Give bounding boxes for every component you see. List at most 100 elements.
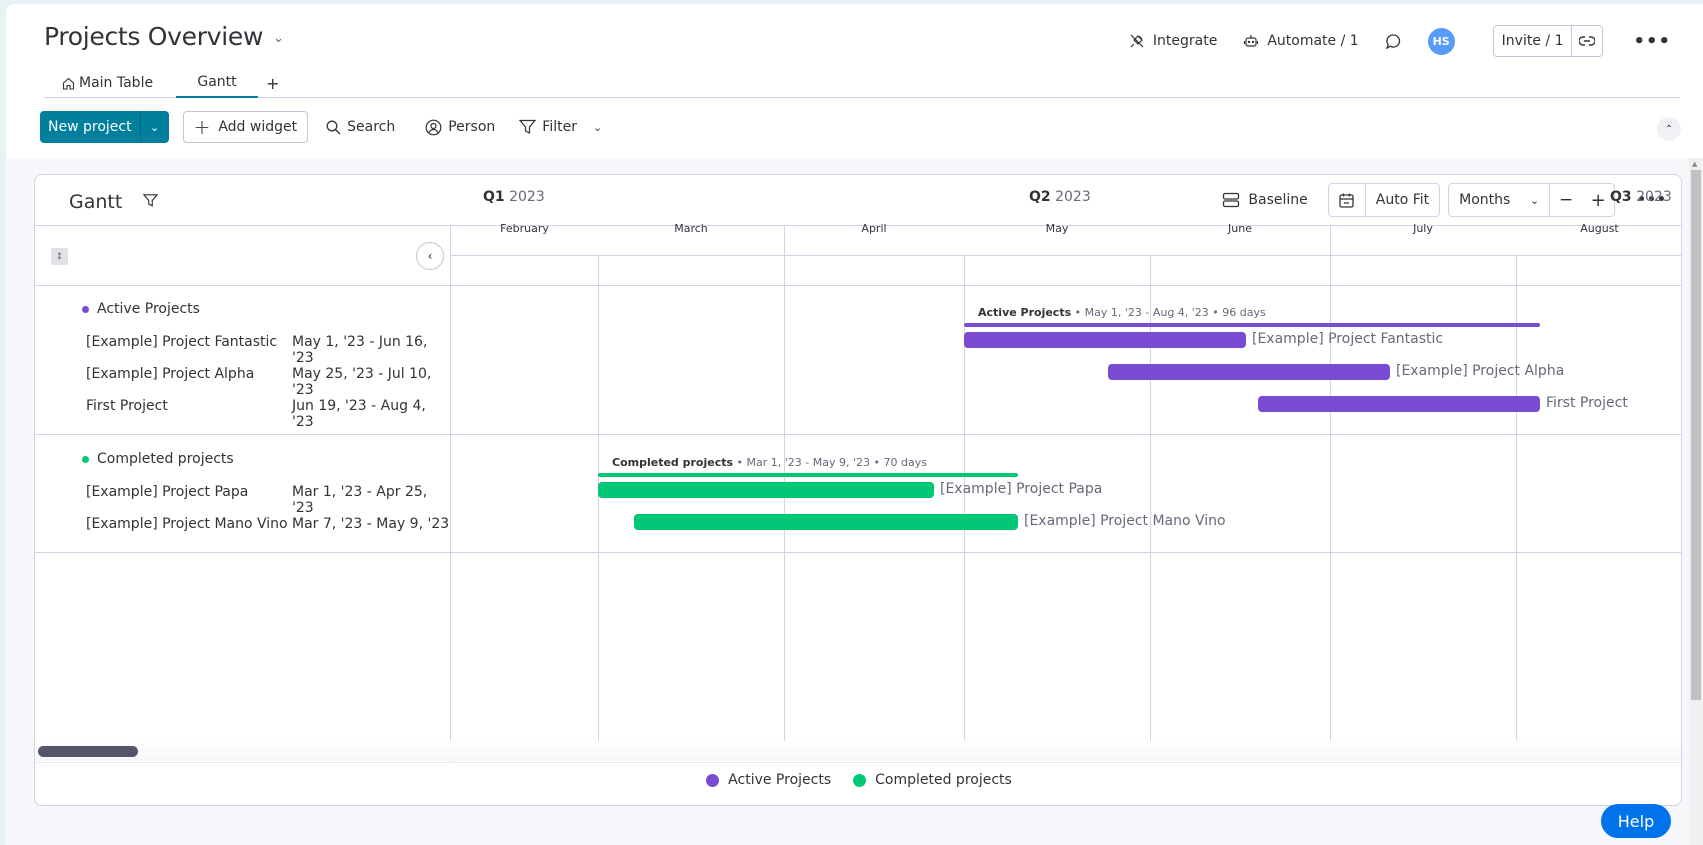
quarter-name: Q2 [1029, 189, 1051, 205]
month-label: February [500, 222, 549, 235]
month-gridline [1330, 255, 1331, 741]
search-label: Search [347, 119, 396, 135]
integrate-button[interactable]: Integrate [1129, 33, 1217, 49]
collapse-list-button[interactable]: ‹ [416, 242, 444, 270]
tab-main-table[interactable]: Main Table [62, 68, 153, 98]
horizontal-scrollbar[interactable] [35, 741, 1681, 761]
collapse-all-groups-icon[interactable]: ↕ [51, 248, 68, 265]
group-label[interactable]: Completed projects [82, 451, 234, 467]
group-summary-bar[interactable] [964, 323, 1540, 327]
avatar[interactable]: HS [1427, 27, 1455, 55]
gantt-bar-label: [Example] Project Fantastic [1252, 331, 1444, 347]
gantt-bar[interactable] [1108, 364, 1390, 380]
group-summary-range: • May 1, '23 - Aug 4, '23 • 96 days [1071, 306, 1266, 319]
month-gridline [598, 255, 599, 741]
gantt-bar[interactable] [964, 332, 1246, 348]
item-name[interactable]: [Example] Project Alpha [86, 366, 254, 382]
gantt-bar[interactable] [598, 482, 934, 498]
header-actions: Integrate Automate / 1 HS Invite / 1 ••• [1129, 25, 1703, 57]
gantt-bar-label: [Example] Project Alpha [1396, 363, 1565, 379]
group-summary-bar[interactable] [598, 473, 1018, 477]
chart-legend: Active Projects Completed projects [35, 772, 1681, 788]
automate-button[interactable]: Automate / 1 [1243, 33, 1359, 49]
group-summary-label: Completed projects • Mar 1, '23 - May 9,… [612, 456, 927, 469]
item-name[interactable]: [Example] Project Papa [86, 484, 248, 500]
gantt-bar-label: [Example] Project Mano Vino [1024, 513, 1226, 529]
legend-item[interactable]: Active Projects [706, 772, 831, 788]
item-dates: Mar 7, '23 - May 9, '23 [292, 516, 450, 532]
board-title-text: Projects Overview [44, 22, 264, 51]
vertical-scrollbar[interactable]: ▲ [1689, 158, 1703, 845]
group-name: Active Projects [97, 301, 200, 317]
new-project-dropdown[interactable]: ⌄ [141, 111, 169, 143]
quarter-label: Q3 2023 [1610, 189, 1672, 205]
filter-button[interactable]: Filter ⌄ [519, 119, 602, 135]
tab-gantt[interactable]: Gantt [176, 68, 258, 98]
home-icon [62, 77, 75, 90]
plug-icon [1129, 33, 1145, 49]
person-label: Person [448, 119, 496, 135]
quarter-label: Q1 2023 [483, 189, 545, 205]
group-summary-name: Completed projects [612, 456, 734, 469]
group-summary-name: Active Projects [978, 306, 1072, 319]
item-dates: Jun 19, '23 - Aug 4, '23 [292, 398, 426, 430]
search-button[interactable]: Search [326, 119, 395, 135]
add-widget-button[interactable]: + Add widget [182, 111, 309, 143]
item-dates: Mar 1, '23 - Apr 25, '23 [292, 484, 428, 516]
month-label: May [1045, 222, 1069, 235]
horizontal-scroll-thumb[interactable] [38, 746, 138, 757]
month-label: June [1228, 222, 1252, 235]
more-options-icon[interactable]: ••• [1633, 31, 1671, 52]
collapse-header-button[interactable]: ⌃ [1657, 117, 1681, 141]
invite-button-group: Invite / 1 [1492, 25, 1604, 57]
gantt-widget: Gantt Baseline Auto Fit Months ⌄ − + •••… [34, 174, 1682, 806]
vertical-scroll-thumb[interactable] [1691, 170, 1701, 700]
board-title[interactable]: Projects Overview ⌄ [44, 22, 284, 51]
group-name: Completed projects [97, 451, 234, 467]
month-label: July [1413, 222, 1433, 235]
board-toolbar: New project ⌄ + Add widget Search Person… [40, 109, 602, 145]
search-icon [326, 120, 341, 135]
gantt-item-list: ↕ ‹ Active Projects [Example] Project Fan… [35, 225, 451, 763]
group-color-dot [82, 455, 89, 463]
legend-color-dot [853, 773, 867, 787]
month-gridline [1516, 255, 1517, 741]
chevron-left-icon: ‹ [427, 249, 433, 263]
gantt-bar[interactable] [1258, 396, 1540, 412]
group-summary-label: Active Projects • May 1, '23 - Aug 4, '2… [978, 306, 1266, 319]
quarter-year: 2023 [504, 189, 545, 205]
integrate-label: Integrate [1152, 33, 1218, 49]
person-filter-button[interactable]: Person [425, 119, 495, 136]
updates-button[interactable] [1385, 33, 1402, 50]
chevron-down-icon: ⌄ [149, 120, 160, 134]
month-label: March [674, 222, 708, 235]
chevron-up-icon: ⌃ [1664, 123, 1674, 135]
chevron-down-icon[interactable]: ⌄ [273, 31, 284, 46]
item-name[interactable]: [Example] Project Mano Vino [86, 516, 288, 532]
quarter-name: Q1 [483, 189, 505, 205]
item-name[interactable]: [Example] Project Fantastic [86, 334, 277, 350]
gantt-bar[interactable] [634, 514, 1018, 530]
legend-item[interactable]: Completed projects [853, 772, 1012, 788]
group-color-dot [82, 305, 89, 313]
help-button[interactable]: Help [1601, 804, 1671, 838]
add-view-button[interactable]: + [266, 68, 279, 98]
filter-label: Filter [542, 119, 577, 135]
view-tabs: Main Table Gantt + [44, 66, 1680, 98]
group-label[interactable]: Active Projects [82, 301, 200, 317]
legend-color-dot [706, 773, 720, 787]
new-project-button[interactable]: New project [40, 111, 141, 143]
item-name[interactable]: First Project [86, 398, 168, 414]
plus-icon: + [193, 115, 211, 139]
item-dates: May 25, '23 - Jul 10, '23 [292, 366, 432, 398]
invite-button[interactable]: Invite / 1 [1494, 26, 1573, 56]
month-gridline [964, 255, 965, 741]
chevron-down-icon[interactable]: ⌄ [593, 121, 602, 134]
quarter-row-divider [451, 255, 1681, 256]
gantt-bar-label: [Example] Project Papa [940, 481, 1103, 497]
robot-icon [1243, 33, 1259, 49]
scroll-up-arrow-icon[interactable]: ▲ [1692, 160, 1697, 168]
month-label: August [1580, 222, 1619, 235]
item-dates: May 1, '23 - Jun 16, '23 [292, 334, 428, 366]
copy-link-button[interactable] [1572, 26, 1602, 56]
